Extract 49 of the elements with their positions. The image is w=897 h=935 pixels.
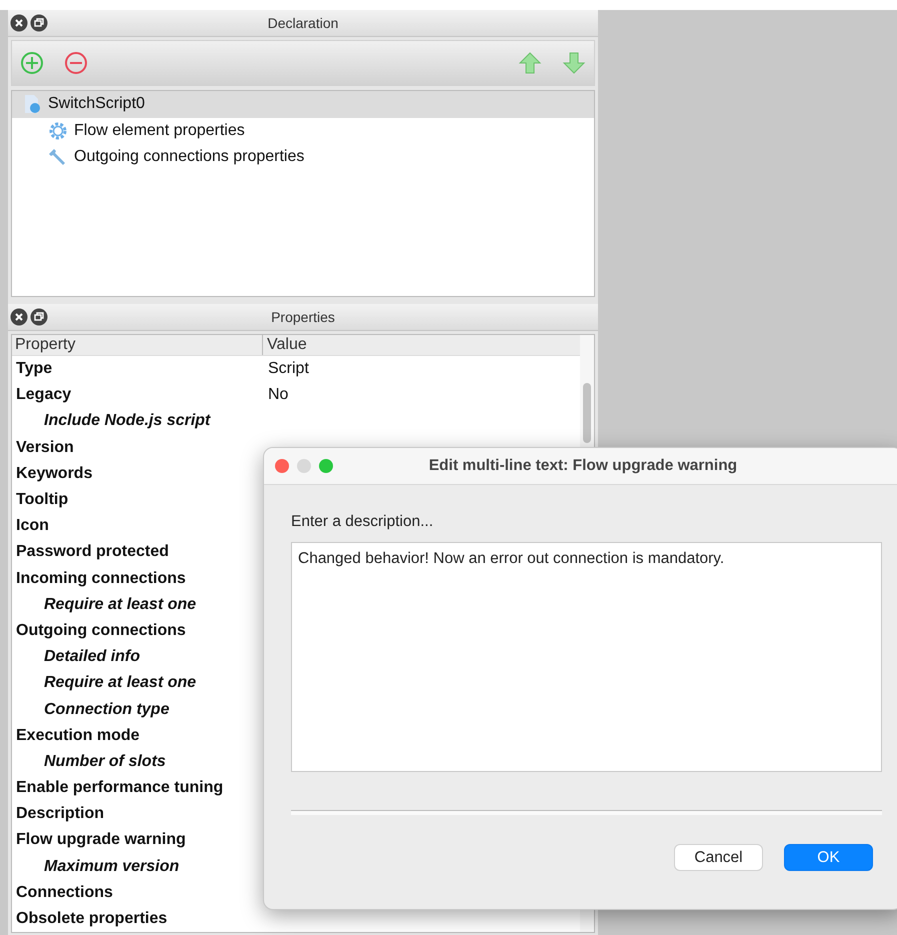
- script-file-icon: [22, 94, 42, 114]
- property-name: Connection type: [43, 700, 170, 719]
- tree-item[interactable]: SwitchScript0: [12, 91, 594, 118]
- property-name: Tooltip: [15, 491, 70, 510]
- panel-title: Declaration: [268, 15, 338, 31]
- property-name: Number of slots: [43, 752, 167, 771]
- property-value: Script: [267, 360, 310, 378]
- close-button[interactable]: [275, 459, 289, 473]
- field-label: Enter a description...: [291, 513, 434, 531]
- property-name: Enable performance tuning: [15, 779, 224, 798]
- property-name: Detailed info: [43, 648, 142, 666]
- description-field[interactable]: Changed behavior! Now an error out connection is mandatory.: [291, 542, 882, 772]
- add-icon[interactable]: [20, 51, 44, 75]
- property-name: Connections: [15, 884, 114, 902]
- close-icon[interactable]: [10, 14, 28, 32]
- property-name: Require at least one: [43, 596, 198, 614]
- restore-icon[interactable]: [30, 308, 48, 326]
- property-name: Outgoing connections: [15, 622, 187, 640]
- scrollbar-thumb[interactable]: [583, 383, 591, 443]
- restore-icon[interactable]: [30, 14, 48, 32]
- close-icon[interactable]: [10, 308, 28, 326]
- property-name: Maximum version: [43, 858, 180, 876]
- property-name: Version: [15, 438, 75, 457]
- down-arrow-icon[interactable]: [562, 51, 586, 75]
- property-name: Flow upgrade warning: [15, 831, 187, 850]
- up-arrow-icon[interactable]: [518, 51, 542, 75]
- tree-item[interactable]: Flow element properties: [12, 118, 594, 144]
- property-name: Description: [15, 805, 106, 824]
- panel-title: Properties: [271, 309, 335, 325]
- property-value: No: [267, 386, 290, 404]
- property-name: Execution mode: [15, 726, 141, 745]
- tree-item[interactable]: Outgoing connections properties: [12, 144, 594, 170]
- property-name: Obsolete properties: [15, 910, 168, 928]
- ok-button[interactable]: OK: [784, 844, 873, 871]
- property-name: Require at least one: [43, 674, 198, 692]
- dialog-title: Edit multi-line text: Flow upgrade warning: [428, 457, 738, 475]
- property-name: Include Node.js script: [43, 412, 212, 430]
- property-name: Password protected: [15, 543, 170, 562]
- wrench-icon: [48, 147, 68, 168]
- property-name: Incoming connections: [15, 570, 187, 588]
- property-name: Keywords: [15, 464, 94, 483]
- property-name: Legacy: [15, 386, 72, 404]
- property-name: Type: [15, 360, 54, 378]
- property-name: Icon: [15, 517, 50, 536]
- zoom-button[interactable]: [319, 459, 333, 473]
- cancel-button[interactable]: Cancel: [674, 844, 763, 871]
- gear-icon: [48, 120, 68, 141]
- remove-icon[interactable]: [64, 51, 88, 75]
- column-header: Property: [14, 335, 76, 355]
